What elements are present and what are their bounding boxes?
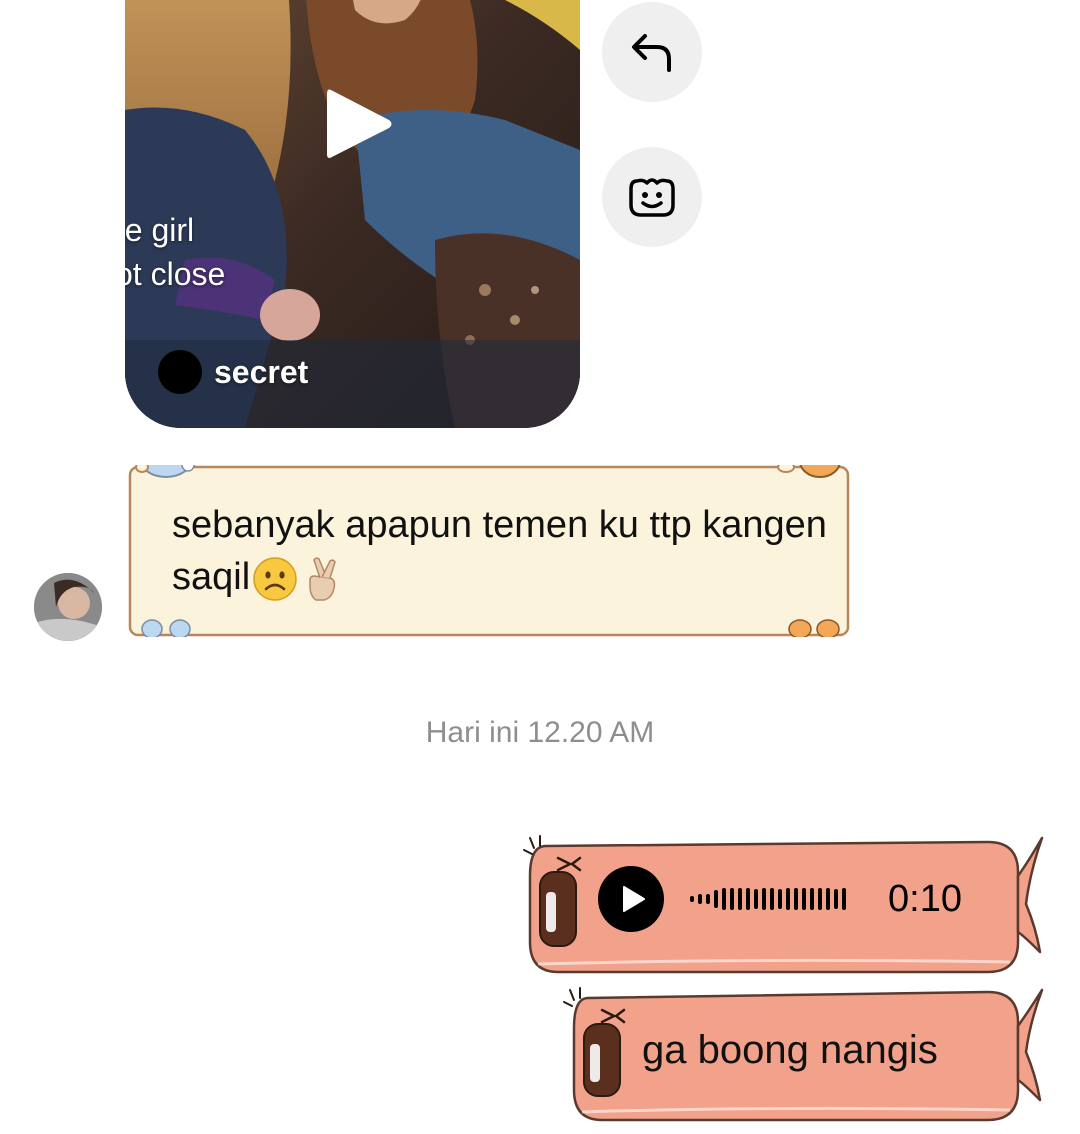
play-icon xyxy=(623,886,645,912)
sent-message-text: ga boong nangis xyxy=(642,1028,938,1072)
shared-video-post[interactable]: ne girl ot close secret xyxy=(125,0,580,428)
sent-voice-message-bubble[interactable]: 0:10 xyxy=(518,832,1048,978)
voice-duration: 0:10 xyxy=(888,878,962,920)
author-name: secret xyxy=(214,353,309,390)
reply-button[interactable] xyxy=(602,2,702,102)
react-button[interactable] xyxy=(602,147,702,247)
sender-avatar[interactable] xyxy=(34,573,102,641)
video-caption: ne girl ot close xyxy=(125,208,325,296)
message-timestamp: Hari ini 12.20 AM xyxy=(425,716,655,749)
caption-line: ot close xyxy=(125,256,226,292)
received-message-bubble[interactable]: sebanyak apapun temen ku ttp kangen saqi… xyxy=(128,465,850,637)
audio-waveform[interactable] xyxy=(690,882,850,916)
post-author[interactable]: secret xyxy=(158,350,308,394)
frowning-face-icon xyxy=(253,557,297,601)
play-icon[interactable] xyxy=(323,84,395,164)
crossed-fingers-icon xyxy=(309,557,336,601)
play-voice-button[interactable] xyxy=(598,866,664,932)
author-avatar xyxy=(158,350,202,394)
caption-line: ne girl xyxy=(125,212,195,248)
received-message-text: sebanyak apapun temen ku ttp kangen saqi… xyxy=(172,499,832,603)
sent-text-message-bubble[interactable]: ga boong nangis xyxy=(558,986,1048,1126)
reply-arrow-icon xyxy=(632,34,671,72)
smiley-face-icon xyxy=(629,178,675,217)
